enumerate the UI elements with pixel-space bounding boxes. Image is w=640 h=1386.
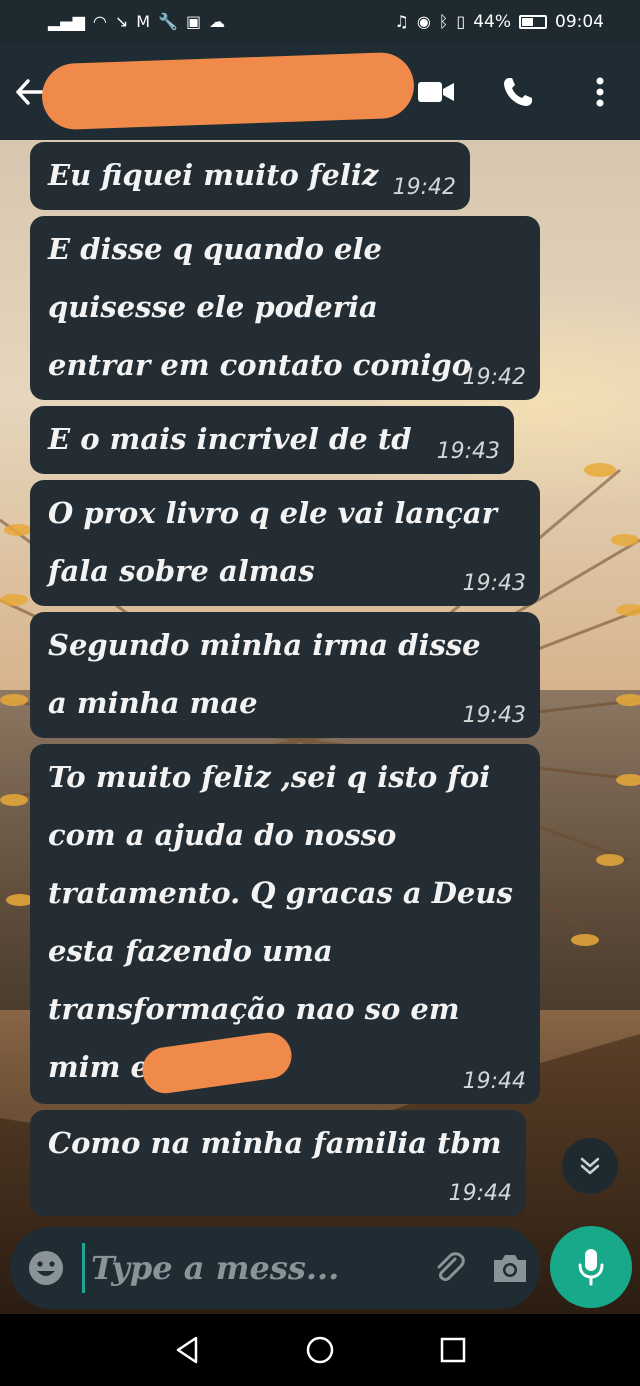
emoji-button[interactable]: [10, 1227, 82, 1309]
message-text: Como na minha familia tbm: [48, 1126, 502, 1160]
status-bar: ▂▄▆ ◠ ↘ M 🔧 ▣ ☁ ♫ ◉ ᛒ ▯ 44% 09:04: [0, 0, 640, 44]
battery-percent: 44%: [473, 12, 511, 32]
headset-icon: ♫: [394, 12, 409, 31]
wrench-icon: 🔧: [158, 12, 179, 31]
message-bubble[interactable]: E disse q quando ele quisesse ele poderi…: [30, 216, 540, 440]
voice-message-button[interactable]: [550, 1226, 632, 1308]
paperclip-icon: [437, 1252, 465, 1281]
voice-call-button[interactable]: [498, 72, 538, 112]
message-text: Eu fiquei muito feliz: [48, 158, 379, 192]
message-bubble[interactable]: Eu fiquei muito feliz 19:42: [30, 142, 470, 210]
bluetooth-icon: ᛒ: [438, 12, 449, 31]
camera-button[interactable]: [480, 1227, 540, 1309]
more-options-button[interactable]: [580, 72, 620, 112]
message-time: 19:43: [462, 703, 526, 728]
clock-time: 09:04: [555, 12, 604, 32]
more-options-icon: [596, 77, 604, 107]
emoji-icon: [29, 1251, 63, 1285]
message-bubble[interactable]: To muito feliz ,sei q isto foi com a aju…: [30, 744, 540, 1104]
square-recents-icon: [441, 1337, 466, 1363]
battery-icon: [519, 15, 547, 29]
message-time: 19:44: [462, 1069, 526, 1094]
message-time: 19:43: [462, 571, 526, 596]
message-input[interactable]: Type a mess...: [91, 1249, 420, 1287]
battery-fill: [522, 18, 533, 26]
video-call-button[interactable]: [416, 72, 456, 112]
back-arrow-icon: [16, 79, 45, 105]
contact-redaction: [40, 51, 416, 131]
video-call-icon: [418, 82, 454, 102]
wifi-icon: ◠: [92, 12, 107, 31]
message-composer: Type a mess...: [10, 1227, 540, 1309]
scroll-to-bottom-button[interactable]: [562, 1138, 618, 1194]
microphone-icon: [578, 1249, 604, 1286]
message-time: 19:44: [448, 1181, 512, 1206]
message-bubble[interactable]: E o mais incrivel de td 19:43: [30, 406, 514, 474]
calendar-icon: ▣: [186, 12, 202, 31]
message-text: E o mais incrivel de td: [48, 422, 412, 456]
message-bubble[interactable]: O prox livro q ele vai lançar fala sobre…: [30, 480, 540, 606]
message-text: Segundo minha irma disse a minha mae: [48, 628, 491, 720]
missed-call-icon: ↘: [114, 12, 129, 31]
cloud-icon: ☁: [209, 12, 226, 31]
message-bubble[interactable]: Como na minha familia tbm 19:44: [30, 1110, 526, 1216]
triangle-back-icon: [176, 1336, 197, 1364]
camera-icon: [494, 1255, 526, 1282]
vibrate-icon: ▯: [456, 12, 466, 31]
gmail-icon: M: [136, 12, 151, 31]
nav-recents-button[interactable]: [423, 1314, 483, 1386]
attach-button[interactable]: [420, 1227, 480, 1309]
message-bubble[interactable]: Segundo minha irma disse a minha mae 19:…: [30, 612, 540, 738]
message-time: 19:42: [462, 365, 526, 390]
phone-call-icon: [504, 78, 532, 106]
message-time: 19:43: [436, 439, 500, 464]
eye-icon: ◉: [416, 12, 431, 31]
signal-icon: ▂▄▆: [48, 12, 85, 31]
status-left-icons: ▂▄▆ ◠ ↘ M 🔧 ▣ ☁: [48, 14, 225, 30]
text-cursor: [82, 1243, 85, 1293]
double-chevron-down-icon: [580, 1157, 600, 1175]
system-navigation-bar: [0, 1314, 640, 1386]
nav-back-button[interactable]: [157, 1314, 217, 1386]
message-time: 19:42: [392, 175, 456, 200]
message-text: O prox livro q ele vai lançar fala sobre…: [48, 496, 508, 588]
nav-home-button[interactable]: [290, 1314, 350, 1386]
status-right-icons: ♫ ◉ ᛒ ▯ 44% 09:04: [394, 12, 604, 32]
header-actions: [416, 44, 620, 140]
chat-header: [0, 44, 640, 140]
circle-home-icon: [306, 1336, 334, 1364]
